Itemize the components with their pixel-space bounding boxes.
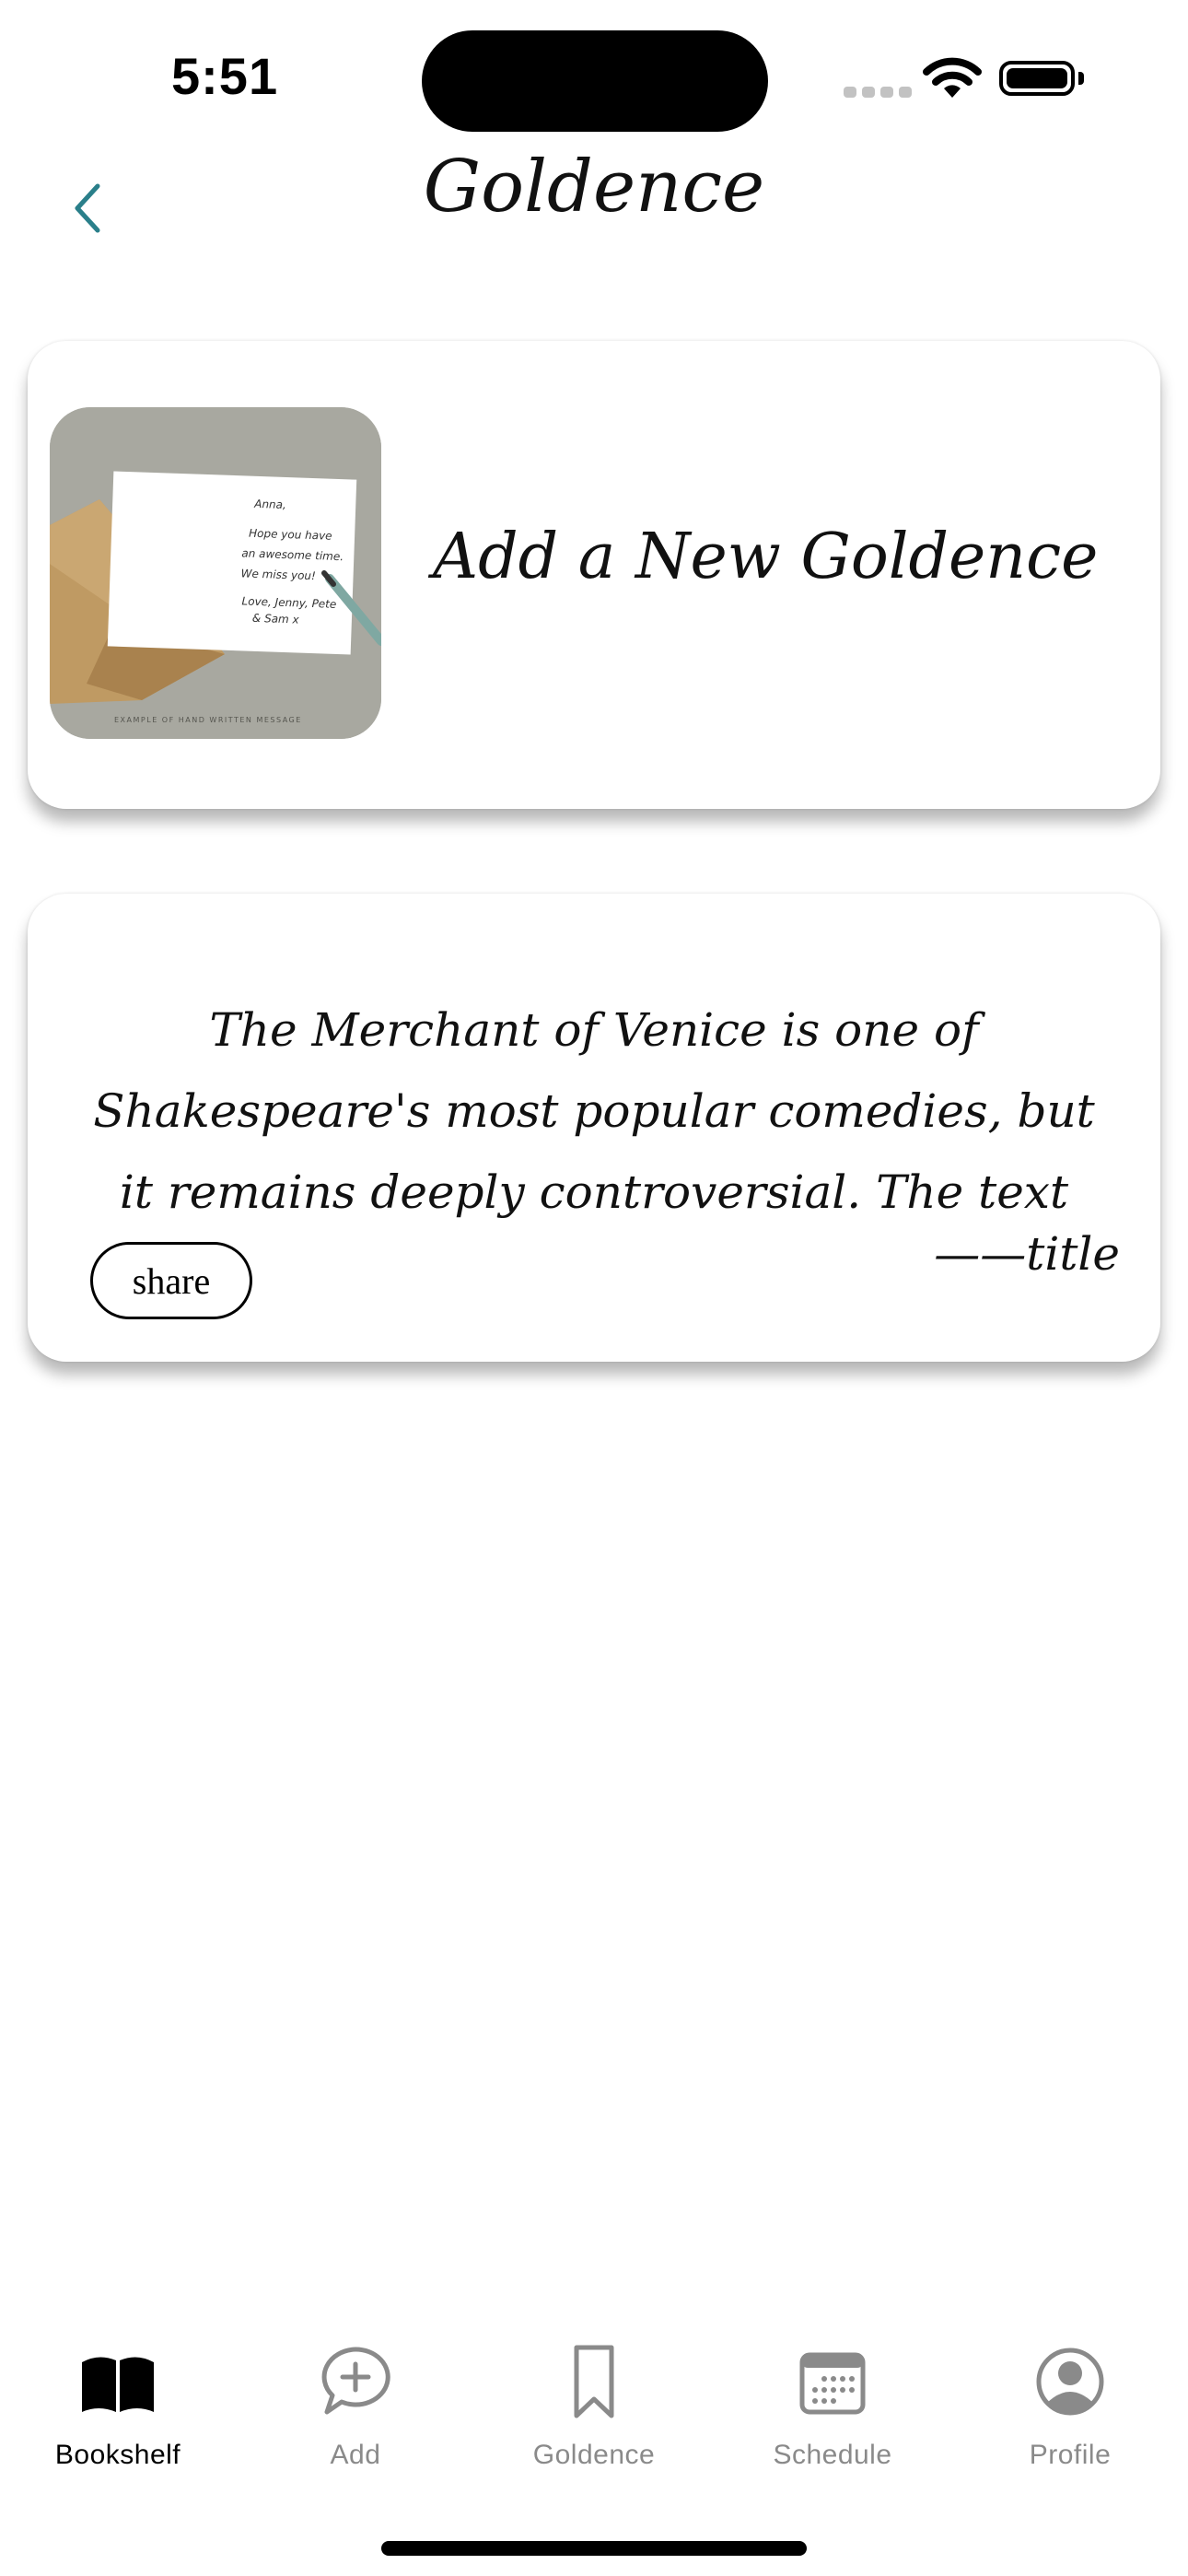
image-caption: EXAMPLE OF HAND WRITTEN MESSAGE: [114, 716, 302, 724]
note-line-1: Anna,: [253, 498, 286, 511]
bookmark-icon: [574, 2345, 614, 2418]
tab-goldence[interactable]: Goldence: [493, 2340, 695, 2471]
tab-label-add: Add: [330, 2440, 381, 2470]
home-indicator: [381, 2541, 807, 2556]
add-comment-icon: [321, 2347, 390, 2415]
profile-icon: [1036, 2348, 1104, 2416]
tab-bookshelf[interactable]: Bookshelf: [17, 2340, 219, 2471]
handwritten-note-image: Anna, Hope you have an awesome time. We …: [50, 407, 381, 739]
wifi-icon: [923, 57, 982, 98]
tab-label-bookshelf: Bookshelf: [54, 2440, 181, 2470]
dynamic-island: [422, 30, 768, 132]
share-button[interactable]: share: [90, 1242, 252, 1319]
battery-tip: [1078, 72, 1084, 85]
open-book-icon: [82, 2357, 154, 2412]
quote-text: The Merchant of Venice is one of Shakesp…: [93, 1003, 1095, 1219]
cellular-signal-icon: [844, 87, 912, 98]
goldence-quote-card[interactable]: The Merchant of Venice is one of Shakesp…: [28, 894, 1160, 1362]
page-title: Goldence: [423, 146, 765, 228]
tab-label-schedule: Schedule: [773, 2440, 892, 2470]
tab-add[interactable]: Add: [254, 2340, 457, 2471]
status-time: 5:51: [171, 47, 279, 105]
battery-icon: [999, 61, 1075, 96]
note-line-4: We miss you!: [240, 567, 316, 582]
tab-label-goldence: Goldence: [532, 2440, 656, 2470]
tab-label-profile: Profile: [1029, 2440, 1112, 2470]
quote-attribution: ——title: [934, 1227, 1120, 1281]
calendar-icon: [799, 2352, 866, 2415]
tab-schedule[interactable]: Schedule: [731, 2340, 934, 2471]
note-line-6: & Sam x: [252, 612, 300, 626]
add-goldence-card[interactable]: Anna, Hope you have an awesome time. We …: [28, 341, 1160, 809]
add-goldence-label: Add a New Goldence: [433, 521, 1099, 593]
tab-bar: Bookshelf Add Goldence Schedule Profile: [0, 2340, 1188, 2497]
tab-profile[interactable]: Profile: [969, 2340, 1171, 2471]
